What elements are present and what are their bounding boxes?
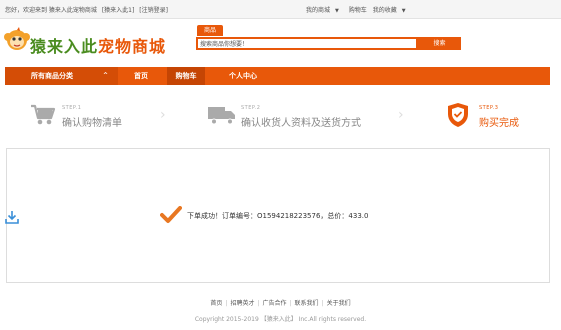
copyright: Copyright 2015-2019 【猿来入此】 Inc.All right… bbox=[194, 316, 367, 323]
top-bar-left: 您好，欢迎来到 猿来入此宠物商城 [猿来入此1] [注销登录] bbox=[5, 5, 171, 14]
favorites-link[interactable]: 我的收藏 ▼ bbox=[373, 7, 410, 14]
footer-link-contact[interactable]: 联系我们 bbox=[295, 300, 319, 307]
step-1-number: STEP.1 bbox=[62, 105, 82, 111]
search-button[interactable]: 搜索 bbox=[418, 37, 461, 50]
search-input[interactable] bbox=[198, 39, 416, 48]
top-bar-right: 我的商城 ▼ 购物车 我的收藏 ▼ bbox=[306, 5, 414, 14]
username-link[interactable]: [猿来入此1] bbox=[102, 7, 135, 14]
success-check-icon bbox=[160, 206, 182, 223]
nav-home[interactable]: 首页 bbox=[126, 67, 156, 85]
step-3-number: STEP.3 bbox=[479, 105, 499, 111]
top-bar: 您好，欢迎来到 猿来入此宠物商城 [猿来入此1] [注销登录] 我的商城 ▼ 购物… bbox=[0, 0, 561, 19]
search-tab-products[interactable]: 商品 bbox=[197, 25, 223, 36]
welcome-text: 您好，欢迎来到 猿来入此宠物商城 bbox=[5, 7, 97, 14]
shield-check-icon bbox=[448, 103, 468, 127]
step-2-label: 确认收货人资料及送货方式 bbox=[241, 118, 361, 129]
footer-links: 首页 | 招聘英才 | 广告合作 | 联系我们 | 关于我们 bbox=[0, 298, 561, 307]
step-3-label: 购买完成 bbox=[479, 118, 519, 129]
step-1-label: 确认购物清单 bbox=[62, 118, 122, 129]
favorites-label: 我的收藏 bbox=[372, 7, 397, 14]
truck-icon bbox=[208, 107, 235, 125]
nav-cart[interactable]: 购物车 bbox=[167, 67, 205, 85]
footer-link-ads[interactable]: 广告合作 bbox=[262, 300, 286, 307]
nav-all-categories[interactable]: 所有商品分类 ^ bbox=[5, 67, 118, 85]
step-2-number: STEP.2 bbox=[241, 105, 261, 111]
logo-text: 猿来入此宠物商城 bbox=[30, 33, 166, 57]
monkey-logo-icon bbox=[4, 27, 30, 50]
top-cart-link[interactable]: 购物车 bbox=[349, 7, 367, 14]
order-success-message: 下单成功！订单编号：O1594218223576，总价：433.0 bbox=[187, 212, 369, 220]
nav-all-categories-label: 所有商品分类 bbox=[31, 72, 73, 80]
footer-link-jobs[interactable]: 招聘英才 bbox=[230, 300, 254, 307]
logout-link[interactable]: [注销登录] bbox=[139, 7, 168, 14]
step-separator-icon: › bbox=[160, 107, 166, 123]
cart-icon bbox=[31, 104, 56, 125]
nav-user-center[interactable]: 个人中心 bbox=[221, 67, 265, 85]
logo-text-a: 猿来入此 bbox=[30, 37, 99, 56]
footer-divider: | bbox=[257, 300, 260, 307]
footer-divider: | bbox=[321, 300, 324, 307]
footer-link-home[interactable]: 首页 bbox=[210, 300, 222, 307]
my-shop-label: 我的商城 bbox=[306, 7, 331, 14]
my-shop-link[interactable]: 我的商城 ▼ bbox=[306, 7, 343, 14]
footer-divider: | bbox=[225, 300, 228, 307]
logo-text-b: 宠物商城 bbox=[98, 37, 167, 56]
chevron-down-icon: ▼ bbox=[335, 8, 339, 14]
chevron-down-icon: ▼ bbox=[401, 8, 406, 14]
footer-divider: | bbox=[289, 300, 292, 307]
main-nav: 所有商品分类 ^ 首页 购物车 个人中心 bbox=[5, 67, 550, 85]
download-icon[interactable] bbox=[5, 210, 19, 224]
chevron-up-icon: ^ bbox=[103, 72, 109, 79]
step-separator-icon: › bbox=[398, 107, 404, 123]
footer-link-about[interactable]: 关于我们 bbox=[327, 300, 351, 307]
